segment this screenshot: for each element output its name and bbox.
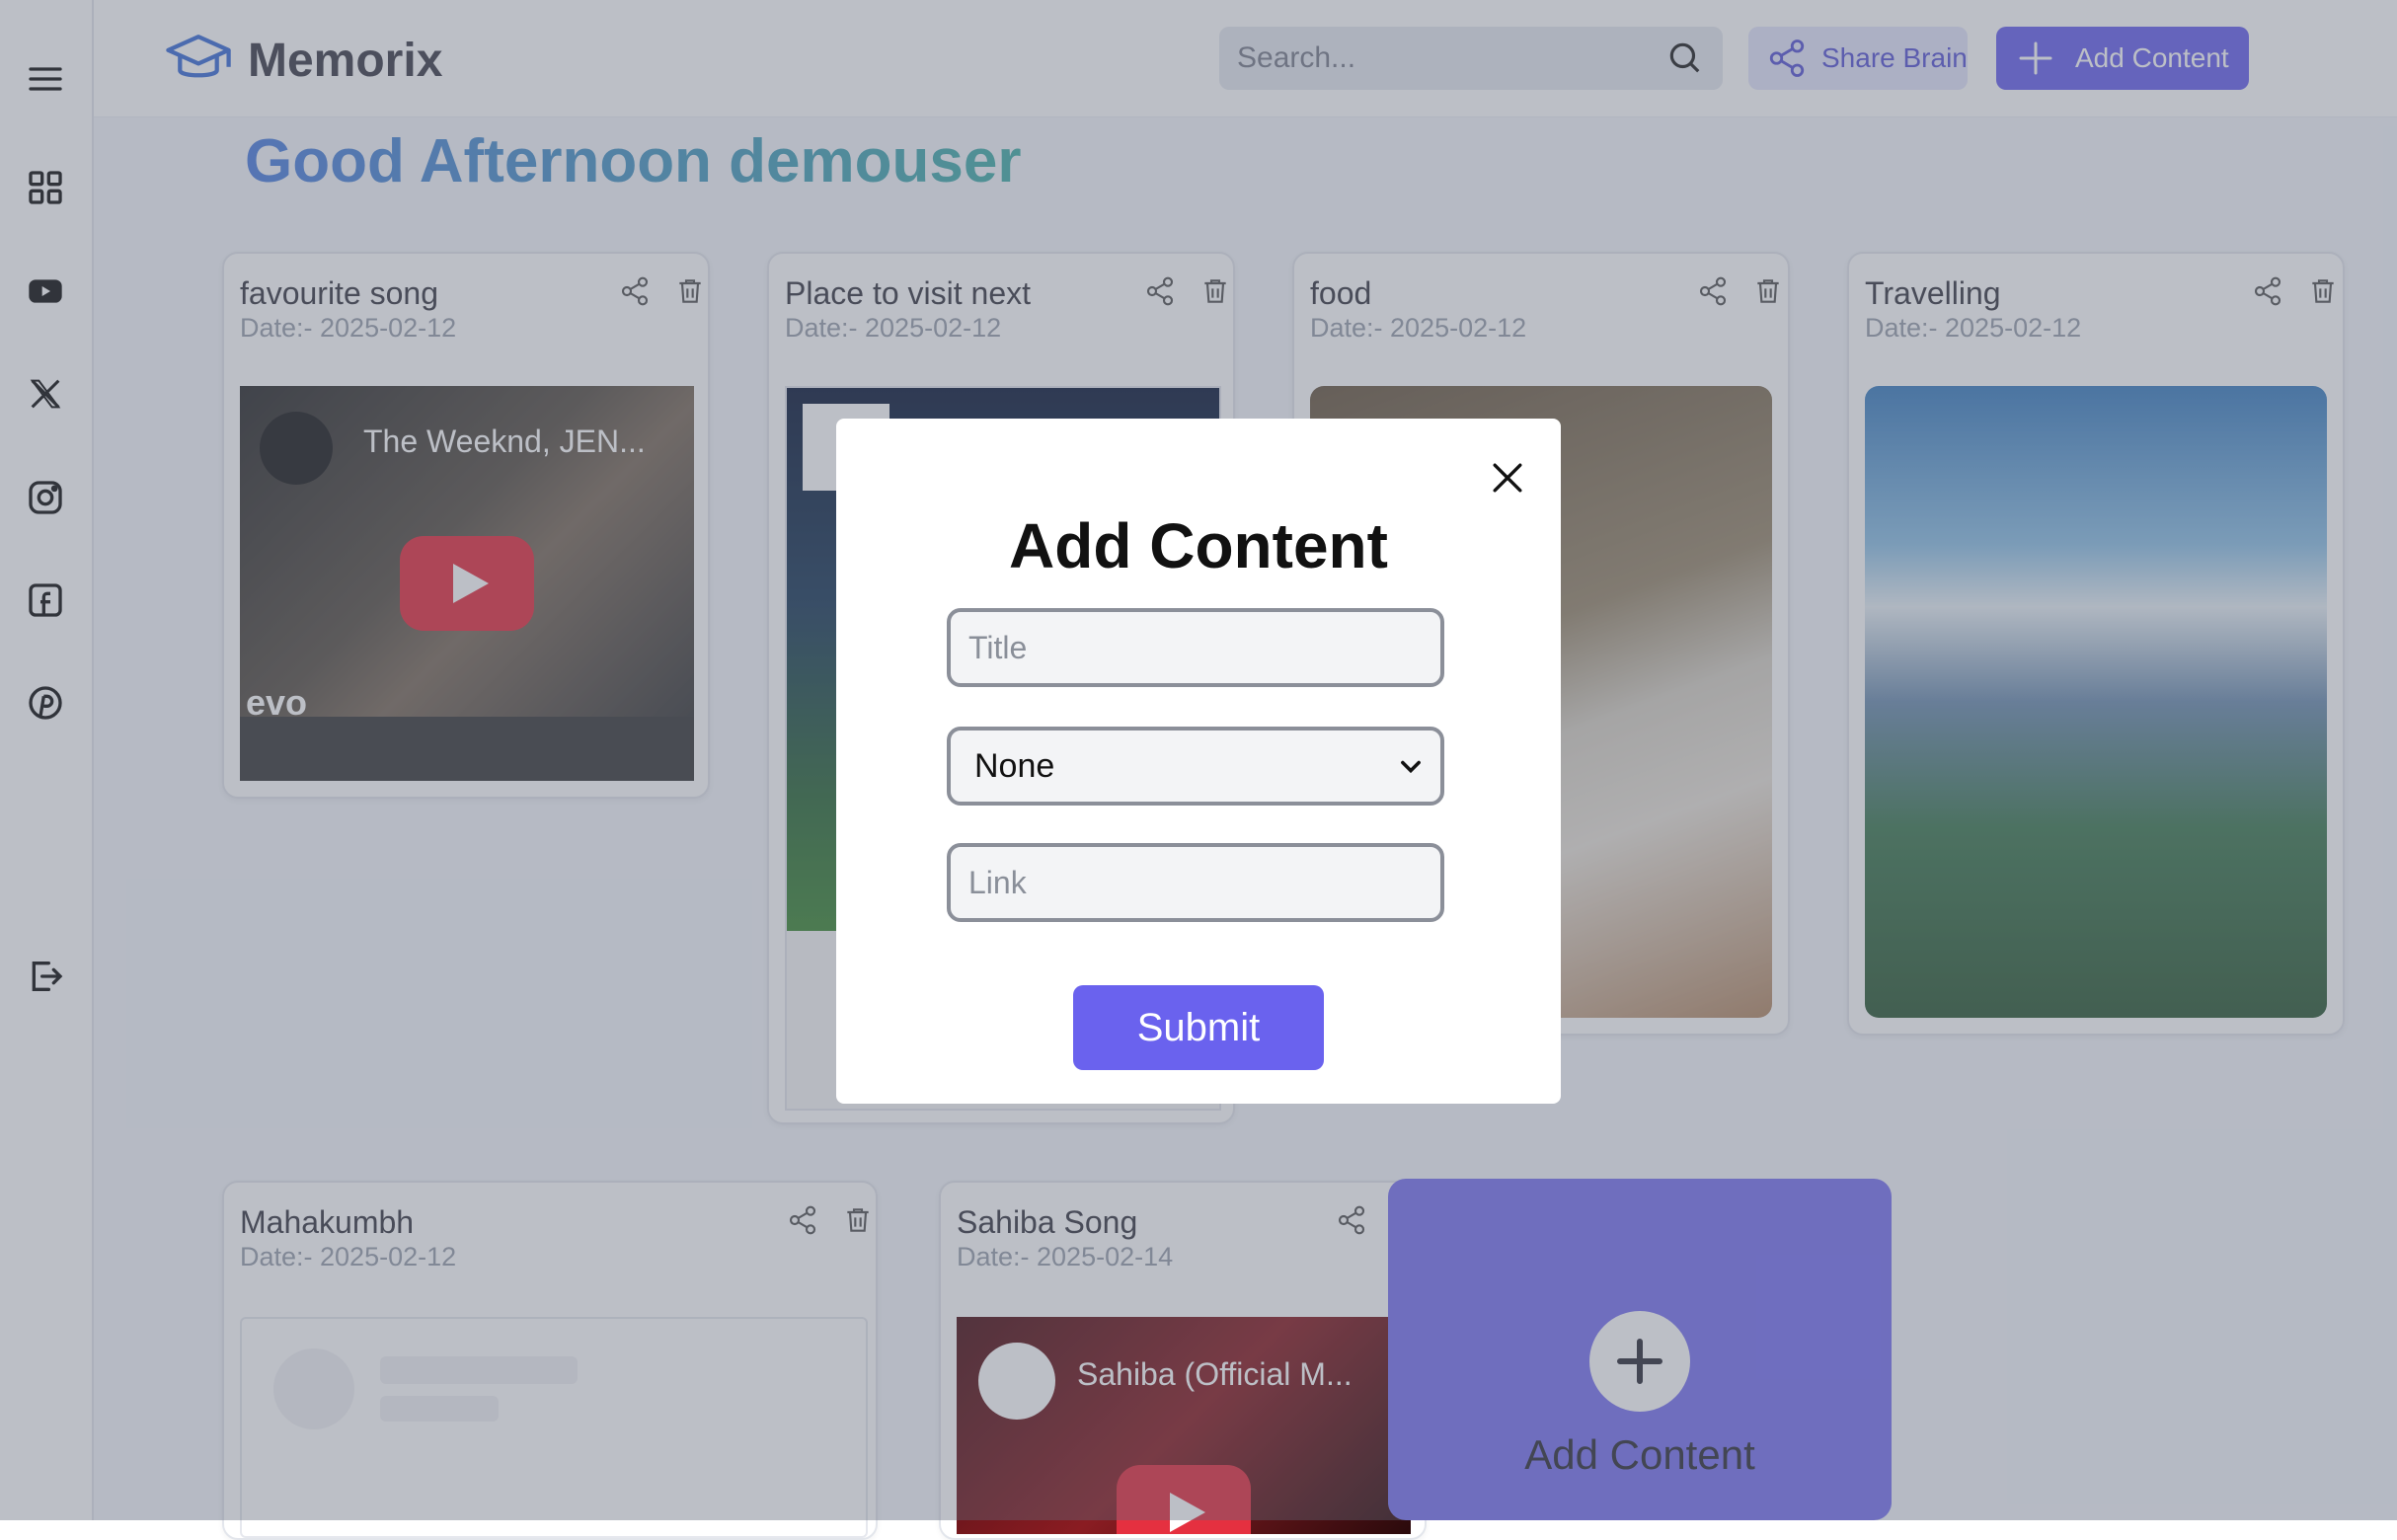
title-input[interactable] — [967, 628, 1440, 667]
close-icon[interactable] — [1486, 456, 1529, 500]
add-content-modal: Add Content None Submit — [836, 419, 1561, 1104]
link-input[interactable] — [967, 863, 1440, 902]
chevron-down-icon — [1401, 760, 1421, 774]
type-select-value: None — [974, 746, 1055, 785]
submit-button[interactable]: Submit — [1073, 985, 1324, 1070]
link-field[interactable] — [947, 843, 1444, 922]
type-select[interactable]: None — [947, 727, 1444, 806]
title-field[interactable] — [947, 608, 1444, 687]
modal-title: Add Content — [1009, 510, 1388, 581]
